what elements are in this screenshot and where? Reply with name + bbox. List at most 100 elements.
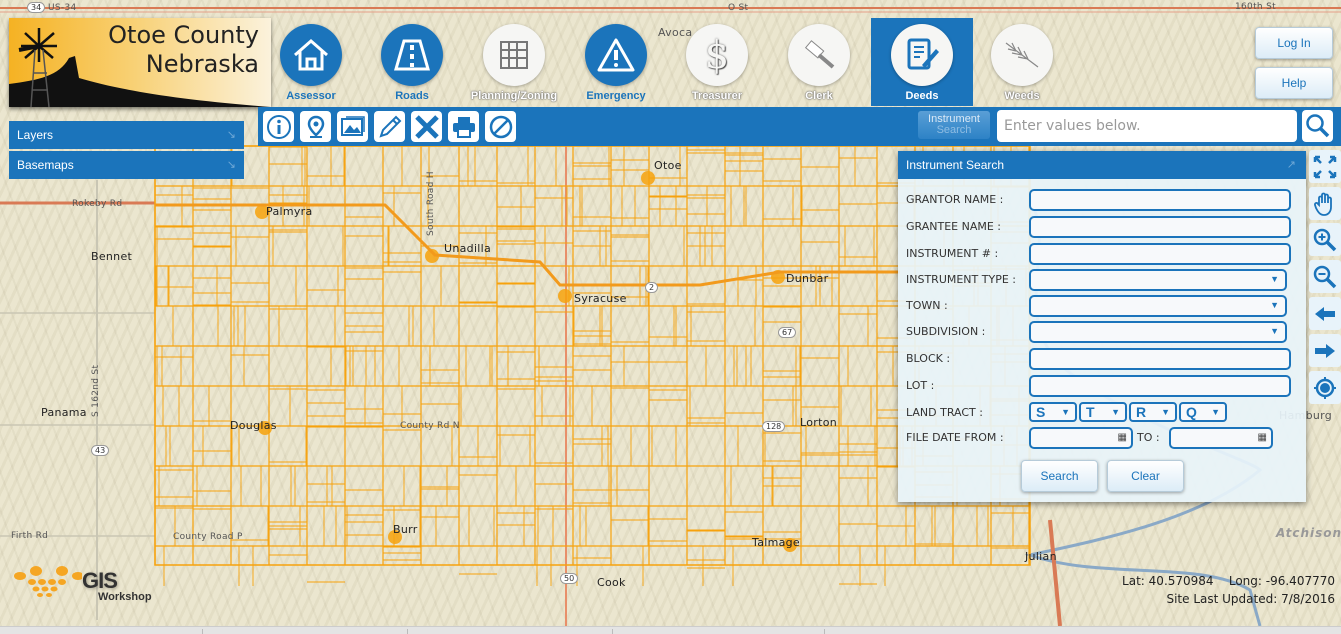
basemaps-panel-toggle[interactable]: Basemaps ↘ xyxy=(9,151,244,179)
dept-planning-zoning[interactable]: Planning/Zoning xyxy=(469,18,571,106)
help-button[interactable]: Help xyxy=(1255,67,1333,99)
status-segment xyxy=(0,629,203,634)
clear-tool-button[interactable] xyxy=(485,111,516,142)
imagery-tool-button[interactable] xyxy=(337,111,368,142)
county-logo: Otoe County Nebraska xyxy=(9,18,271,107)
road-icon xyxy=(381,24,443,86)
status-segment xyxy=(205,629,408,634)
range-select[interactable]: R ▼ xyxy=(1129,402,1177,422)
dept-roads[interactable]: Roads xyxy=(367,18,469,106)
block-input[interactable] xyxy=(1029,348,1291,370)
arrow-left-icon xyxy=(1315,306,1335,321)
lot-input[interactable] xyxy=(1029,375,1291,397)
calendar-icon[interactable]: ▦ xyxy=(1258,432,1267,443)
print-tool-button[interactable] xyxy=(448,111,479,142)
dropdown-arrow-icon: ▼ xyxy=(1270,326,1279,336)
previous-extent-button[interactable] xyxy=(1309,297,1341,330)
subdivision-select[interactable]: ▼ xyxy=(1029,321,1287,343)
dept-label: Emergency xyxy=(586,90,646,102)
route-shield: 67 xyxy=(778,327,797,338)
town-marker xyxy=(641,171,655,185)
grantee-name-input[interactable] xyxy=(1029,216,1291,238)
quarter-select[interactable]: Q ▼ xyxy=(1179,402,1227,422)
file-date-from-input[interactable]: ▦ xyxy=(1029,427,1133,449)
search-submit-button[interactable] xyxy=(1302,110,1333,142)
dept-emergency[interactable]: Emergency xyxy=(571,18,673,106)
file-date-to-input[interactable]: ▦ xyxy=(1169,427,1273,449)
workshop-brand: Workshop xyxy=(98,591,152,603)
calendar-icon[interactable]: ▦ xyxy=(1118,432,1127,443)
place-label: Dunbar xyxy=(786,272,829,285)
long-label: Long: xyxy=(1228,574,1262,588)
coordinate-readout: Lat: 40.570984 Long: -96.407770 Site Las… xyxy=(1122,574,1335,610)
route-shield: 2 xyxy=(645,282,659,293)
place-label: Cook xyxy=(597,576,626,589)
town-select[interactable]: ▼ xyxy=(1029,295,1287,317)
road-label: O St xyxy=(728,3,749,13)
place-label: Burr xyxy=(393,523,418,536)
clear-button[interactable]: Clear xyxy=(1107,460,1184,492)
town-marker xyxy=(558,289,572,303)
lat-label: Lat: xyxy=(1122,574,1145,588)
zoom-in-button[interactable] xyxy=(1309,223,1341,256)
printer-icon xyxy=(452,116,475,138)
dept-assessor[interactable]: Assessor xyxy=(266,18,368,106)
panel-header: Instrument Search ↗ xyxy=(898,151,1306,179)
identify-tool-button[interactable] xyxy=(263,111,294,142)
hand-icon xyxy=(1314,192,1332,216)
my-location-button[interactable] xyxy=(1309,371,1341,404)
town-label: TOWN : xyxy=(906,299,948,312)
zoom-out-button[interactable] xyxy=(1309,260,1341,293)
dept-deeds[interactable]: Deeds xyxy=(871,18,973,106)
full-extent-button[interactable] xyxy=(1309,150,1341,183)
dept-clerk[interactable]: Clerk xyxy=(774,18,876,106)
instrument-number-input[interactable] xyxy=(1029,243,1291,265)
file-date-row: FILE DATE FROM : ▦ TO : ▦ xyxy=(906,427,1286,449)
pan-button[interactable] xyxy=(1309,187,1341,220)
updated-value: 7/8/2016 xyxy=(1281,592,1335,606)
instrument-type-select[interactable]: ▼ xyxy=(1029,269,1287,291)
place-label: Unadilla xyxy=(444,242,492,255)
info-icon xyxy=(266,114,291,139)
dropdown-arrow-icon: ▼ xyxy=(1270,300,1279,310)
layers-panel-toggle[interactable]: Layers ↘ xyxy=(9,121,244,149)
dept-treasurer[interactable]: $ Treasurer xyxy=(672,18,774,106)
grantor-name-input[interactable] xyxy=(1029,189,1291,211)
grantee-label: GRANTEE NAME : xyxy=(906,220,1001,233)
dept-label: Deeds xyxy=(905,90,939,102)
locate-tool-button[interactable] xyxy=(300,111,331,142)
toolbar: Instrument Search xyxy=(258,107,1341,146)
dept-label: Weeds xyxy=(1004,90,1040,102)
search-input[interactable] xyxy=(997,110,1297,142)
search-mode-button[interactable]: Instrument Search xyxy=(918,111,990,139)
gis-dots-icon xyxy=(14,566,84,597)
measure-tool-button[interactable] xyxy=(411,111,442,142)
instrument-search-panel: Instrument Search ↗ GRANTOR NAME : GRANT… xyxy=(898,151,1306,502)
draw-tool-button[interactable] xyxy=(374,111,405,142)
place-label: Bennet xyxy=(91,250,133,263)
dept-weeds[interactable]: Weeds xyxy=(977,18,1079,106)
basemaps-label: Basemaps xyxy=(17,158,74,172)
road-label: Rokeby Rd xyxy=(72,199,123,209)
route-shield: 128 xyxy=(762,421,786,432)
section-select[interactable]: S ▼ xyxy=(1029,402,1077,422)
locate-icon xyxy=(1314,376,1336,399)
lot-label: LOT : xyxy=(906,379,935,392)
search-mode-line2: Search xyxy=(936,124,972,136)
instrument-type-label: INSTRUMENT TYPE : xyxy=(906,273,1016,286)
expand-icon[interactable]: ↗ xyxy=(1287,151,1296,179)
warning-icon xyxy=(585,24,647,86)
dropdown-arrow-icon: ▼ xyxy=(1211,407,1220,417)
route-shield: 50 xyxy=(560,573,579,584)
township-select[interactable]: T ▼ xyxy=(1079,402,1127,422)
land-tract-label: LAND TRACT : xyxy=(906,406,983,419)
road-label: Firth Rd xyxy=(11,531,49,541)
place-label: Lorton xyxy=(800,416,838,429)
next-extent-button[interactable] xyxy=(1309,334,1341,367)
search-button[interactable]: Search xyxy=(1021,460,1098,492)
expand-arrows-icon xyxy=(1313,155,1337,178)
dept-label: Planning/Zoning xyxy=(470,90,558,102)
parcel-grid-icon xyxy=(483,24,545,86)
login-button[interactable]: Log In xyxy=(1255,27,1333,59)
map-pin-icon xyxy=(307,115,324,138)
